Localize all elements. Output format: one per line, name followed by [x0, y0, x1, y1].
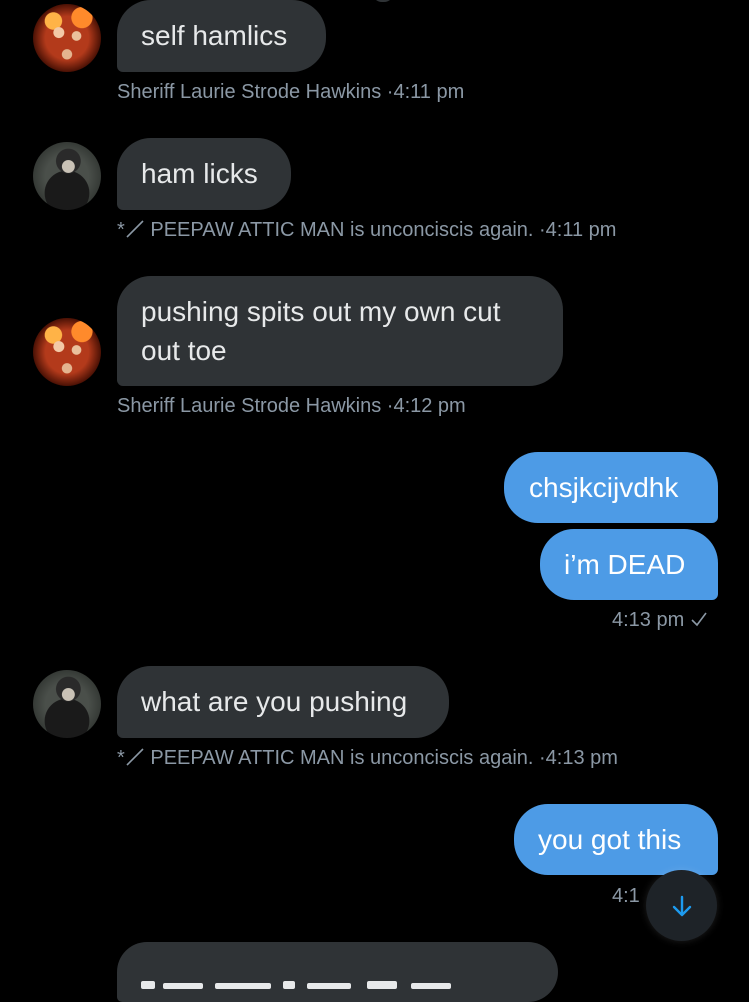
- incoming-message-bubble[interactable]: what are you pushing: [117, 666, 449, 738]
- outgoing-message-bubble[interactable]: i’m DEAD: [540, 529, 718, 600]
- incoming-message-bubble-partial[interactable]: [117, 942, 558, 1002]
- conversation-view: self hamlics Sheriff Laurie Strode Hawki…: [0, 0, 749, 1002]
- slash-emoji-icon: [125, 747, 145, 767]
- sender-prefix: *: [117, 747, 125, 769]
- message-time: 4:11 pm: [393, 81, 465, 103]
- message-text: what are you pushing: [141, 686, 408, 717]
- sender-avatar[interactable]: [33, 142, 101, 210]
- message-meta: * PEEPAW ATTIC MAN is unconciscis again.…: [117, 219, 616, 242]
- sender-name: PEEPAW ATTIC MAN is unconciscis again.: [150, 747, 534, 769]
- message-time: 4:13 pm: [545, 747, 618, 769]
- message-meta: 4:13 pm: [612, 609, 708, 632]
- message-text: you got this: [538, 824, 682, 855]
- sender-avatar[interactable]: [33, 318, 101, 386]
- message-time: 4:13 pm: [612, 609, 685, 631]
- message-text-line: out toe: [141, 335, 227, 366]
- slash-emoji-icon: [125, 219, 145, 239]
- message-meta: Sheriff Laurie Strode Hawkins ·4:11 pm: [117, 81, 464, 104]
- message-time: 4:11 pm: [545, 219, 617, 241]
- sender-name: Sheriff Laurie Strode Hawkins: [117, 81, 382, 103]
- incoming-message-bubble[interactable]: self hamlics: [117, 0, 326, 72]
- sent-check-icon: [691, 612, 707, 627]
- message-meta: * PEEPAW ATTIC MAN is unconciscis again.…: [117, 747, 618, 770]
- sender-name: PEEPAW ATTIC MAN is unconciscis again.: [150, 219, 534, 241]
- sender-avatar[interactable]: [33, 4, 101, 72]
- meta-separator: ·: [539, 747, 546, 769]
- scroll-to-bottom-button[interactable]: [646, 870, 717, 941]
- incoming-message-bubble[interactable]: pushing spits out my own cut out toe: [117, 276, 563, 386]
- message-meta: 4:1: [612, 885, 640, 908]
- sender-avatar[interactable]: [33, 670, 101, 738]
- incoming-message-bubble[interactable]: ham licks: [117, 138, 291, 210]
- header-cutoff: [0, 0, 749, 20]
- outgoing-message-bubble[interactable]: chsjkcijvdhk: [504, 452, 718, 523]
- outgoing-message-bubble[interactable]: you got this: [514, 804, 718, 875]
- message-meta: Sheriff Laurie Strode Hawkins ·4:12 pm: [117, 395, 466, 418]
- sender-name: Sheriff Laurie Strode Hawkins: [117, 395, 382, 417]
- message-text-line: pushing spits out my own cut: [141, 296, 501, 327]
- message-text: ham licks: [141, 158, 258, 189]
- message-time: 4:1: [612, 885, 640, 907]
- message-text: self hamlics: [141, 20, 288, 51]
- message-text: chsjkcijvdhk: [529, 472, 679, 503]
- meta-separator: ·: [539, 219, 546, 241]
- message-text: i’m DEAD: [564, 549, 686, 580]
- header-title-fragment: [372, 0, 394, 2]
- arrow-down-icon: [672, 895, 691, 916]
- message-time: 4:12 pm: [393, 395, 466, 417]
- message-text-cutoff: [141, 964, 501, 996]
- sender-prefix: *: [117, 219, 125, 241]
